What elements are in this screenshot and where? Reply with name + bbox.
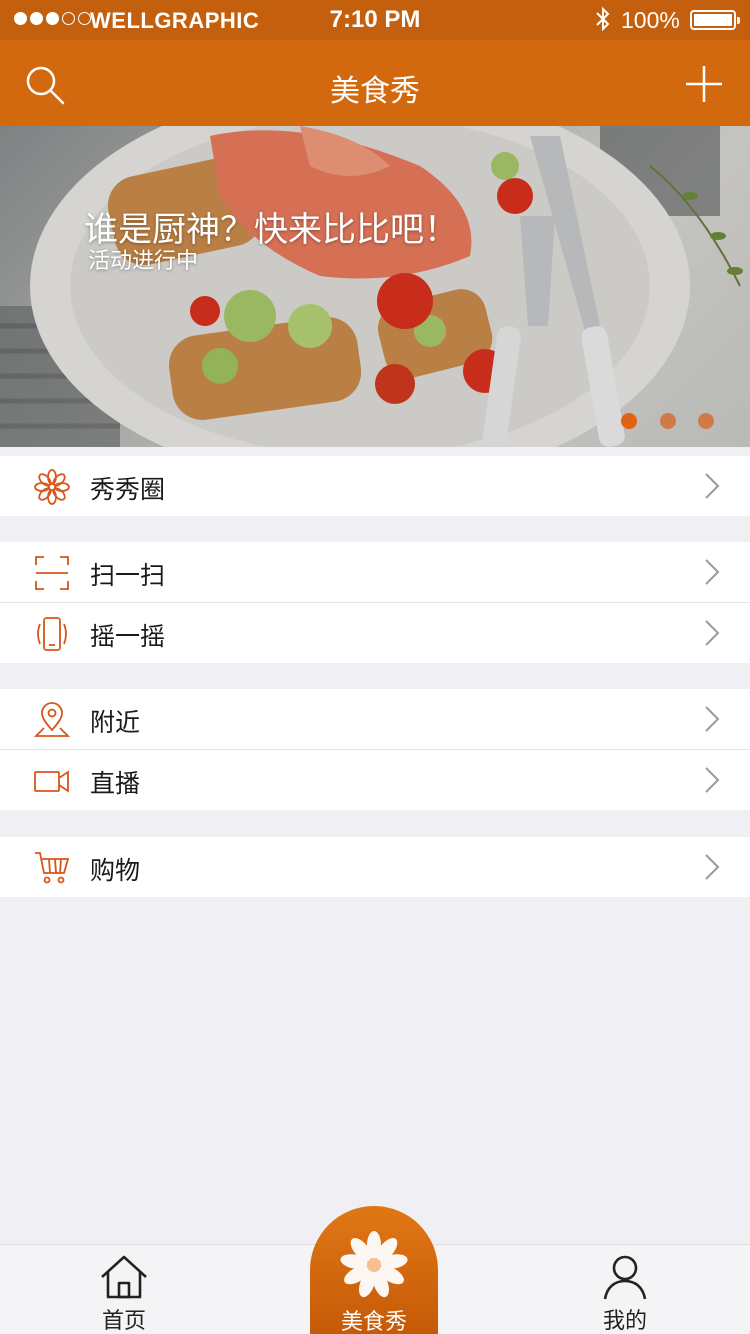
- menu-group-tools: 扫一扫 摇一摇: [0, 542, 750, 663]
- status-bar: WELLGRAPHIC 7:10 PM 100%: [0, 0, 750, 40]
- nav-bar: 美食秀: [0, 40, 750, 126]
- tab-food-show[interactable]: 美食秀: [310, 1206, 438, 1334]
- menu-group-discover: 附近 直播: [0, 689, 750, 810]
- home-icon: [101, 1255, 147, 1299]
- carousel-dot[interactable]: [660, 413, 676, 429]
- chevron-right-icon: [705, 767, 720, 793]
- chevron-right-icon: [705, 706, 720, 732]
- plus-icon[interactable]: [684, 64, 724, 104]
- location-pin-icon: [34, 702, 70, 737]
- menu-item-shake[interactable]: 摇一摇: [0, 602, 750, 663]
- tab-label: 我的: [602, 1309, 647, 1334]
- menu-group-moments: 秀秀圈: [0, 456, 750, 516]
- chevron-right-icon: [705, 854, 720, 880]
- chevron-right-icon: [705, 473, 720, 499]
- menu-item-label: 直播: [90, 769, 141, 798]
- tab-label: 美食秀: [340, 1310, 407, 1334]
- menu-group-shop: 购物: [0, 837, 750, 897]
- menu-item-nearby[interactable]: 附近: [0, 689, 750, 749]
- menu-item-live[interactable]: 直播: [0, 749, 750, 810]
- menu-item-label: 秀秀圈: [90, 475, 166, 504]
- banner-subtitle: 活动进行中: [88, 249, 199, 274]
- menu-item-scan[interactable]: 扫一扫: [0, 542, 750, 602]
- battery-icon: [690, 10, 740, 30]
- scan-icon: [35, 556, 69, 590]
- battery-percent: 100%: [621, 7, 680, 33]
- carousel-dot-active[interactable]: [621, 413, 637, 429]
- flower-icon: [34, 469, 70, 505]
- chevron-right-icon: [705, 620, 720, 646]
- chevron-right-icon: [705, 559, 720, 585]
- carousel-dot[interactable]: [698, 413, 714, 429]
- promo-banner[interactable]: 谁是厨神？快来比比吧！ 活动进行中: [0, 126, 750, 447]
- menu-item-label: 扫一扫: [90, 561, 166, 590]
- tab-profile[interactable]: 我的: [550, 1245, 700, 1334]
- person-icon: [603, 1255, 647, 1300]
- menu-item-show-circle[interactable]: 秀秀圈: [0, 456, 750, 516]
- tab-home[interactable]: 首页: [49, 1245, 199, 1334]
- menu-item-shopping[interactable]: 购物: [0, 837, 750, 897]
- bluetooth-icon: [596, 6, 610, 32]
- menu-item-label: 附近: [90, 708, 141, 737]
- food-photo: [0, 126, 750, 447]
- tab-label: 首页: [101, 1309, 146, 1334]
- menu-item-label: 摇一摇: [90, 622, 166, 651]
- menu-item-label: 购物: [90, 856, 141, 885]
- page-title: 美食秀: [330, 74, 420, 109]
- video-camera-icon: [34, 770, 69, 793]
- flower-icon: [340, 1231, 408, 1298]
- shake-phone-icon: [37, 617, 67, 651]
- shopping-cart-icon: [35, 852, 70, 884]
